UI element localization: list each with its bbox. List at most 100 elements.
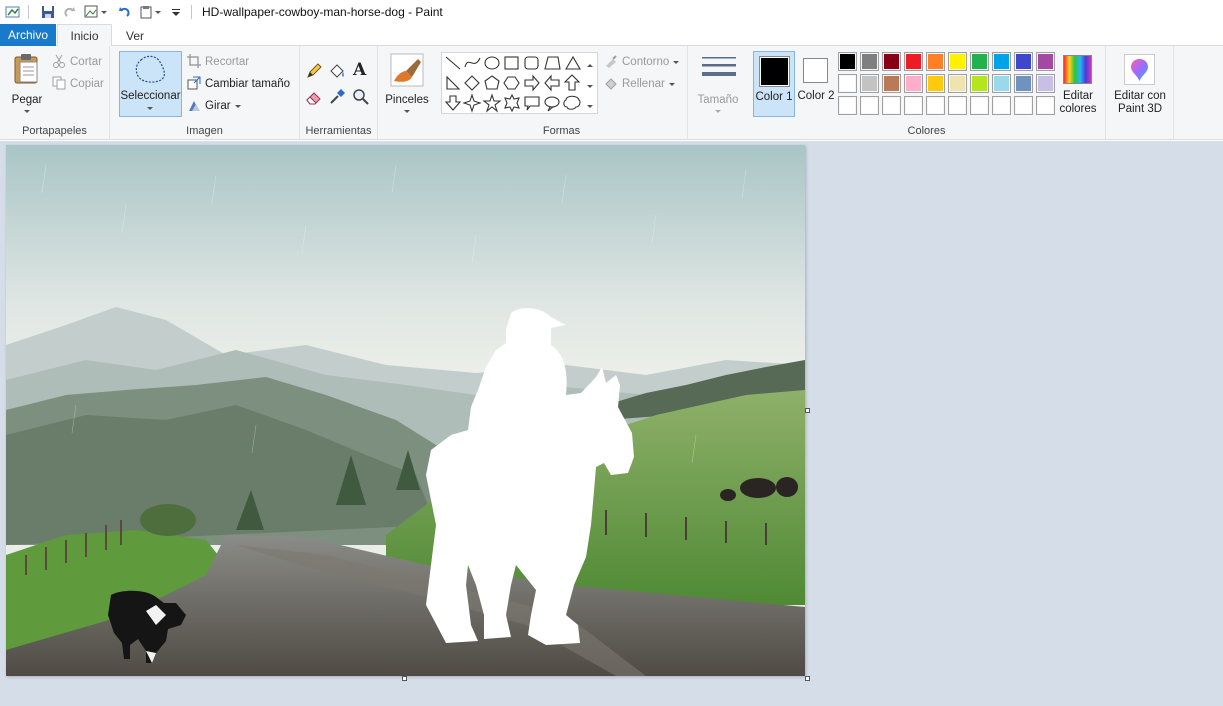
color-swatch[interactable]: [948, 96, 967, 115]
color-swatch-fill: [994, 76, 1009, 91]
shapes-scroll-up-icon[interactable]: [587, 58, 593, 72]
magnifier-icon[interactable]: [352, 88, 370, 109]
color-swatch-fill: [972, 98, 987, 113]
text-tool-icon[interactable]: A: [353, 60, 366, 80]
color2-label: Color 2: [797, 90, 835, 102]
shapes-scroll-down-icon[interactable]: [587, 79, 593, 93]
tab-inicio[interactable]: Inicio: [57, 24, 112, 47]
color1-button[interactable]: Color 1: [753, 51, 795, 117]
canvas-resize-handle-corner[interactable]: [805, 676, 810, 681]
color-swatch-fill: [884, 98, 899, 113]
chevron-down-icon: [673, 60, 680, 64]
rotate-button[interactable]: Girar: [187, 96, 241, 116]
color-swatch[interactable]: [970, 96, 989, 115]
paint-app-icon[interactable]: [4, 3, 22, 21]
color-swatch[interactable]: [970, 52, 989, 71]
window-title: HD-wallpaper-cowboy-man-horse-dog - Pain…: [202, 5, 443, 19]
crop-button[interactable]: Recortar: [187, 52, 249, 72]
color-swatch-fill: [840, 76, 855, 91]
color-swatch[interactable]: [992, 96, 1011, 115]
brushes-button[interactable]: Pinceles: [380, 50, 434, 116]
outline-button[interactable]: Contorno: [604, 52, 680, 72]
color-swatch[interactable]: [882, 52, 901, 71]
fill-bucket-icon[interactable]: [328, 62, 346, 83]
color-swatch[interactable]: [992, 74, 1011, 93]
chevron-down-icon: [24, 110, 30, 113]
drawing-canvas[interactable]: [6, 145, 805, 676]
color-swatch[interactable]: [992, 52, 1011, 71]
group-label-imagen: Imagen: [186, 125, 223, 137]
fill-label: Rellenar: [622, 78, 665, 90]
color-swatch-fill: [972, 54, 987, 69]
edit-colors-button[interactable]: Editar colores: [1058, 51, 1098, 117]
canvas-resize-handle-right[interactable]: [805, 408, 810, 413]
brush-icon: [390, 53, 424, 90]
color-swatch-fill: [1016, 54, 1031, 69]
canvas-resize-handle-bottom[interactable]: [402, 676, 407, 681]
color-swatch-fill: [840, 98, 855, 113]
image-properties-icon[interactable]: [83, 3, 101, 21]
fill-button[interactable]: Rellenar: [604, 74, 675, 94]
edit-colors-label: Editar colores: [1059, 90, 1097, 115]
color-swatch[interactable]: [838, 96, 857, 115]
color-swatch[interactable]: [1014, 74, 1033, 93]
color-swatch[interactable]: [948, 52, 967, 71]
crop-icon: [187, 53, 201, 71]
brushes-label: Pinceles: [385, 94, 429, 106]
color-swatch[interactable]: [926, 74, 945, 93]
color-swatch-fill: [1016, 76, 1031, 91]
color-swatch[interactable]: [904, 74, 923, 93]
group-label-colores: Colores: [907, 125, 946, 137]
line-size-icon: [702, 55, 736, 86]
color-swatch[interactable]: [882, 74, 901, 93]
color-swatch[interactable]: [948, 74, 967, 93]
color-swatch[interactable]: [926, 96, 945, 115]
group-label-formas: Formas: [542, 125, 581, 137]
shapes-gallery-icons[interactable]: [442, 53, 599, 115]
color-swatch[interactable]: [1036, 52, 1055, 71]
paste-button[interactable]: Pegar: [6, 50, 48, 116]
resize-button[interactable]: Cambiar tamaño: [187, 74, 290, 94]
chevron-down-icon[interactable]: [101, 10, 107, 14]
redo-icon[interactable]: [61, 3, 79, 21]
color-swatch-fill: [994, 54, 1009, 69]
clipboard-icon[interactable]: [137, 3, 155, 21]
color-swatch[interactable]: [904, 52, 923, 71]
color-swatch-fill: [928, 76, 943, 91]
separator: [28, 5, 29, 19]
eraser-icon[interactable]: [305, 88, 323, 109]
color-swatch[interactable]: [882, 96, 901, 115]
color-swatch[interactable]: [970, 74, 989, 93]
shapes-expand-icon[interactable]: [587, 99, 593, 113]
color-swatch[interactable]: [1014, 52, 1033, 71]
edit-paint3d-button[interactable]: Editar con Paint 3D: [1108, 51, 1172, 117]
copy-button[interactable]: Copiar: [52, 74, 104, 94]
color-swatch[interactable]: [838, 52, 857, 71]
cut-button[interactable]: Cortar: [52, 52, 102, 72]
color-swatch[interactable]: [904, 96, 923, 115]
paint3d-icon: [1124, 54, 1155, 85]
color-swatch-fill: [950, 76, 965, 91]
color-swatch[interactable]: [860, 52, 879, 71]
tab-ver[interactable]: Ver: [114, 24, 156, 47]
color2-button[interactable]: Color 2: [796, 51, 836, 117]
size-button[interactable]: Tamaño: [694, 50, 742, 116]
pencil-icon[interactable]: [305, 62, 323, 83]
resize-icon: [187, 76, 201, 93]
rainbow-palette-icon: [1063, 55, 1092, 84]
save-icon[interactable]: [39, 3, 57, 21]
color-swatch[interactable]: [926, 52, 945, 71]
customize-toolbar-icon[interactable]: [167, 3, 185, 21]
color-swatch-fill: [1038, 54, 1053, 69]
color-swatch[interactable]: [1014, 96, 1033, 115]
color-swatch[interactable]: [860, 74, 879, 93]
color-swatch[interactable]: [838, 74, 857, 93]
select-button[interactable]: Seleccionar: [119, 51, 182, 117]
undo-icon[interactable]: [115, 3, 133, 21]
rotate-icon: [187, 98, 201, 115]
chevron-down-icon[interactable]: [155, 10, 161, 14]
color-swatch[interactable]: [860, 96, 879, 115]
tab-archivo[interactable]: Archivo: [0, 24, 56, 46]
canvas-image[interactable]: [6, 145, 805, 676]
color-picker-icon[interactable]: [328, 88, 346, 109]
